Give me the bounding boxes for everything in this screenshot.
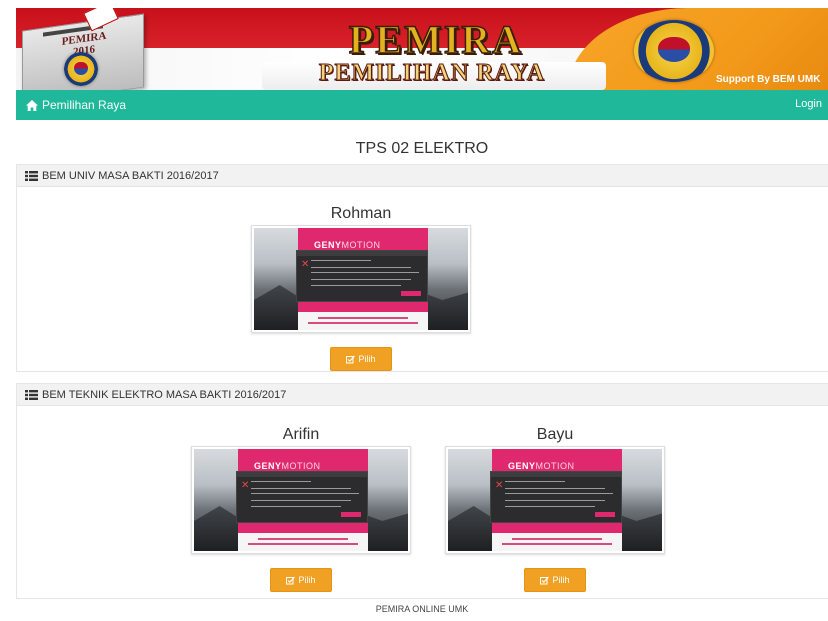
pilih-button[interactable]: Pilih — [330, 347, 392, 371]
pilih-button[interactable]: Pilih — [524, 568, 586, 592]
candidate-name: Rohman — [330, 205, 392, 222]
navbar-brand-label: Pemilihan Raya — [42, 98, 127, 112]
thumbnail-dialog: ✕ — [296, 250, 428, 302]
thumbnail-logo: GENYMOTION — [508, 461, 575, 471]
thumbnail-dialog: ✕ — [490, 471, 622, 523]
section-title: BEM UNIV MASA BAKTI 2016/2017 — [42, 169, 219, 182]
candidate-photo: GENYMOTION ✕ — [191, 446, 411, 554]
footer-text: PEMIRA ONLINE UMK — [375, 604, 469, 614]
close-x-icon: ✕ — [495, 480, 504, 491]
pilih-button-label: Pilih — [298, 575, 316, 585]
banner-title: PEMIRA — [348, 16, 524, 63]
check-square-icon — [286, 576, 296, 584]
pilih-button[interactable]: Pilih — [270, 568, 332, 592]
candidate-card: Arifin GENYMOTION ✕ Pilih — [189, 424, 413, 592]
candidate-photo: GENYMOTION ✕ — [251, 225, 471, 333]
university-emblem-small — [64, 52, 98, 86]
page-title: TPS 02 ELEKTRO — [355, 140, 489, 157]
check-square-icon — [540, 576, 550, 584]
election-section-bem-univ: BEM UNIV MASA BAKTI 2016/2017 Rohman GEN… — [16, 164, 828, 372]
candidate-card: Rohman GENYMOTION ✕ Pilih — [251, 203, 471, 371]
pilih-button-label: Pilih — [358, 354, 376, 364]
navbar-brand-link[interactable]: Pemilihan Raya — [26, 98, 126, 112]
check-square-icon — [346, 355, 356, 363]
candidate-photo: GENYMOTION ✕ — [445, 446, 665, 554]
list-icon — [25, 389, 38, 400]
section-header: BEM UNIV MASA BAKTI 2016/2017 — [17, 165, 828, 187]
candidate-name: Arifin — [282, 426, 320, 443]
navbar: Pemilihan Raya Login — [16, 90, 828, 120]
banner-subtitle: PEMILIHAN RAYA — [318, 60, 546, 87]
section-title: BEM TEKNIK ELEKTRO MASA BAKTI 2016/2017 — [42, 388, 287, 401]
close-x-icon: ✕ — [301, 259, 310, 270]
home-icon — [26, 99, 38, 111]
thumbnail-logo: GENYMOTION — [254, 461, 321, 471]
candidate-name: Bayu — [536, 426, 574, 443]
support-text: Support By BEM UMK — [716, 74, 821, 85]
thumbnail-dialog: ✕ — [236, 471, 368, 523]
login-link[interactable]: Login — [795, 98, 822, 110]
pilih-button-label: Pilih — [552, 575, 570, 585]
election-section-bem-elektro: BEM TEKNIK ELEKTRO MASA BAKTI 2016/2017 … — [16, 383, 828, 599]
close-x-icon: ✕ — [241, 480, 250, 491]
thumbnail-logo: GENYMOTION — [314, 240, 381, 250]
list-icon — [25, 170, 38, 181]
university-emblem-large — [634, 20, 714, 82]
header-banner: PEMIRA 2016 PEMIRA PEMILIHAN RAYA Suppor… — [16, 8, 828, 90]
candidate-card: Bayu GENYMOTION ✕ Pilih — [443, 424, 667, 592]
section-header: BEM TEKNIK ELEKTRO MASA BAKTI 2016/2017 — [17, 384, 828, 406]
